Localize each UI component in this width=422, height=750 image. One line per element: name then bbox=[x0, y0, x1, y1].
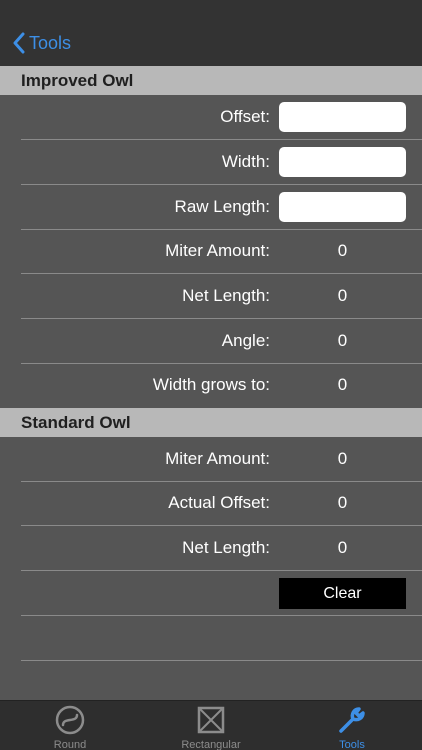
actual-offset-row: Actual Offset: 0 bbox=[0, 481, 422, 526]
width-row: Width: bbox=[0, 140, 422, 185]
offset-row: Offset: bbox=[0, 95, 422, 140]
miter-amount-value: 0 bbox=[337, 241, 348, 260]
tab-rectangular-label: Rectangular bbox=[181, 739, 241, 750]
clear-row: Clear bbox=[0, 571, 422, 616]
angle-label: Angle: bbox=[221, 331, 270, 350]
standard-miter-amount-label: Miter Amount: bbox=[165, 449, 270, 468]
angle-row: Angle: 0 bbox=[0, 319, 422, 364]
round-icon bbox=[54, 705, 86, 735]
width-input[interactable] bbox=[279, 147, 406, 177]
back-button-label: Tools bbox=[29, 32, 72, 53]
width-grows-value: 0 bbox=[337, 375, 348, 394]
width-grows-row: Width grows to: 0 bbox=[0, 363, 422, 408]
offset-input[interactable] bbox=[279, 102, 406, 132]
empty-row bbox=[0, 616, 422, 661]
raw-length-input[interactable] bbox=[279, 192, 406, 222]
tab-rectangular[interactable]: Rectangular bbox=[141, 701, 281, 750]
offset-label: Offset: bbox=[220, 107, 270, 126]
actual-offset-value: 0 bbox=[337, 493, 348, 512]
net-length-row: Net Length: 0 bbox=[0, 274, 422, 319]
standard-miter-amount-value: 0 bbox=[337, 449, 348, 468]
miter-amount-label: Miter Amount: bbox=[165, 241, 270, 260]
tab-bar: Round Rectangular Tools bbox=[0, 700, 422, 750]
chevron-left-icon bbox=[12, 32, 25, 54]
standard-net-length-value: 0 bbox=[337, 538, 348, 557]
raw-length-label: Raw Length: bbox=[174, 197, 270, 216]
standard-net-length-row: Net Length: 0 bbox=[0, 526, 422, 571]
tab-round[interactable]: Round bbox=[0, 701, 140, 750]
rectangular-icon bbox=[196, 705, 226, 735]
width-grows-label: Width grows to: bbox=[152, 375, 270, 394]
net-length-label: Net Length: bbox=[182, 286, 270, 305]
tab-round-label: Round bbox=[53, 739, 87, 750]
tab-tools-label: Tools bbox=[339, 739, 365, 750]
section-header-standard-owl: Standard Owl bbox=[0, 408, 422, 437]
back-button[interactable]: Tools bbox=[12, 32, 71, 54]
net-length-value: 0 bbox=[337, 286, 348, 305]
actual-offset-label: Actual Offset: bbox=[168, 493, 270, 512]
miter-amount-row: Miter Amount: 0 bbox=[0, 229, 422, 274]
angle-value: 0 bbox=[337, 331, 348, 350]
standard-net-length-label: Net Length: bbox=[182, 538, 270, 557]
navigation-bar: Tools bbox=[0, 0, 422, 66]
row-divider bbox=[21, 660, 422, 661]
tab-tools[interactable]: Tools bbox=[282, 701, 422, 750]
wrench-icon bbox=[337, 705, 367, 735]
clear-button[interactable]: Clear bbox=[279, 578, 406, 609]
width-label: Width: bbox=[221, 152, 270, 171]
raw-length-row: Raw Length: bbox=[0, 185, 422, 230]
section-header-improved-owl: Improved Owl bbox=[0, 66, 422, 95]
standard-miter-amount-row: Miter Amount: 0 bbox=[0, 437, 422, 482]
